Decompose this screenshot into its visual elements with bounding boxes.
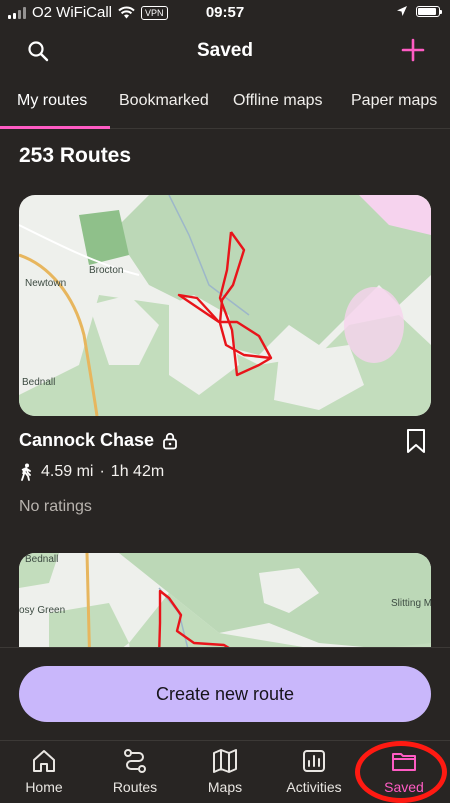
routes-count: 253 Routes (19, 144, 132, 167)
nav-label: Saved (384, 779, 424, 795)
tab-bar: My routes Bookmarked Offline maps Paper … (0, 78, 450, 129)
route-ratings: No ratings (19, 498, 92, 515)
top-bar: Saved (0, 26, 450, 76)
add-icon[interactable] (400, 37, 426, 63)
nav-saved[interactable]: Saved (364, 747, 444, 795)
map-label: Slitting M (391, 598, 431, 609)
route-distance: 4.59 mi (41, 463, 94, 480)
nav-activities[interactable]: Activities (274, 747, 354, 795)
map-label: Bednall (25, 554, 58, 565)
status-right (396, 5, 442, 17)
activities-icon (303, 750, 325, 772)
active-tab-indicator (0, 126, 110, 129)
home-icon (33, 750, 55, 772)
nav-routes[interactable]: Routes (95, 747, 175, 795)
battery-icon (416, 5, 442, 17)
map-label: Newtown (25, 278, 66, 289)
lock-icon (163, 432, 177, 449)
route-title[interactable]: Cannock Chase (19, 430, 178, 451)
status-bar: O2 WiFiCall VPN 09:57 (0, 0, 450, 26)
nav-label: Home (25, 779, 63, 795)
page-title: Saved (197, 40, 253, 61)
nav-label: Maps (207, 779, 243, 795)
tab-offline-maps[interactable]: Offline maps (233, 92, 323, 110)
map-label: osy Green (19, 605, 65, 616)
map-label: Bednall (22, 377, 55, 388)
create-route-panel: Create new route (0, 647, 450, 741)
bottom-nav: Home Routes Maps Activities Saved (0, 740, 450, 801)
hiker-icon (21, 463, 31, 481)
route-map: Brocton Newtown Bednall (19, 195, 431, 416)
map-icon (213, 749, 237, 773)
route-duration: 1h 42m (110, 463, 165, 480)
nav-maps[interactable]: Maps (185, 747, 265, 795)
location-arrow-icon (397, 6, 407, 16)
route-stats: 4.59 mi · 1h 42m (19, 463, 164, 481)
nav-label: Activities (286, 779, 342, 795)
tab-paper-maps[interactable]: Paper maps (351, 92, 437, 110)
nav-home[interactable]: Home (4, 747, 84, 795)
route-name: Cannock Chase (19, 430, 155, 450)
route-map-thumbnail[interactable]: Brocton Newtown Bednall (19, 195, 431, 416)
status-time: 09:57 (205, 4, 245, 21)
create-new-route-button[interactable]: Create new route (19, 666, 431, 722)
tab-my-routes[interactable]: My routes (17, 92, 87, 110)
folder-icon (392, 753, 416, 771)
map-label: Brocton (89, 265, 123, 276)
bookmark-icon[interactable] (404, 428, 428, 454)
stats-separator: · (99, 463, 105, 480)
routes-icon (124, 749, 146, 773)
nav-label: Routes (112, 779, 158, 795)
tab-bookmarked[interactable]: Bookmarked (119, 92, 209, 110)
